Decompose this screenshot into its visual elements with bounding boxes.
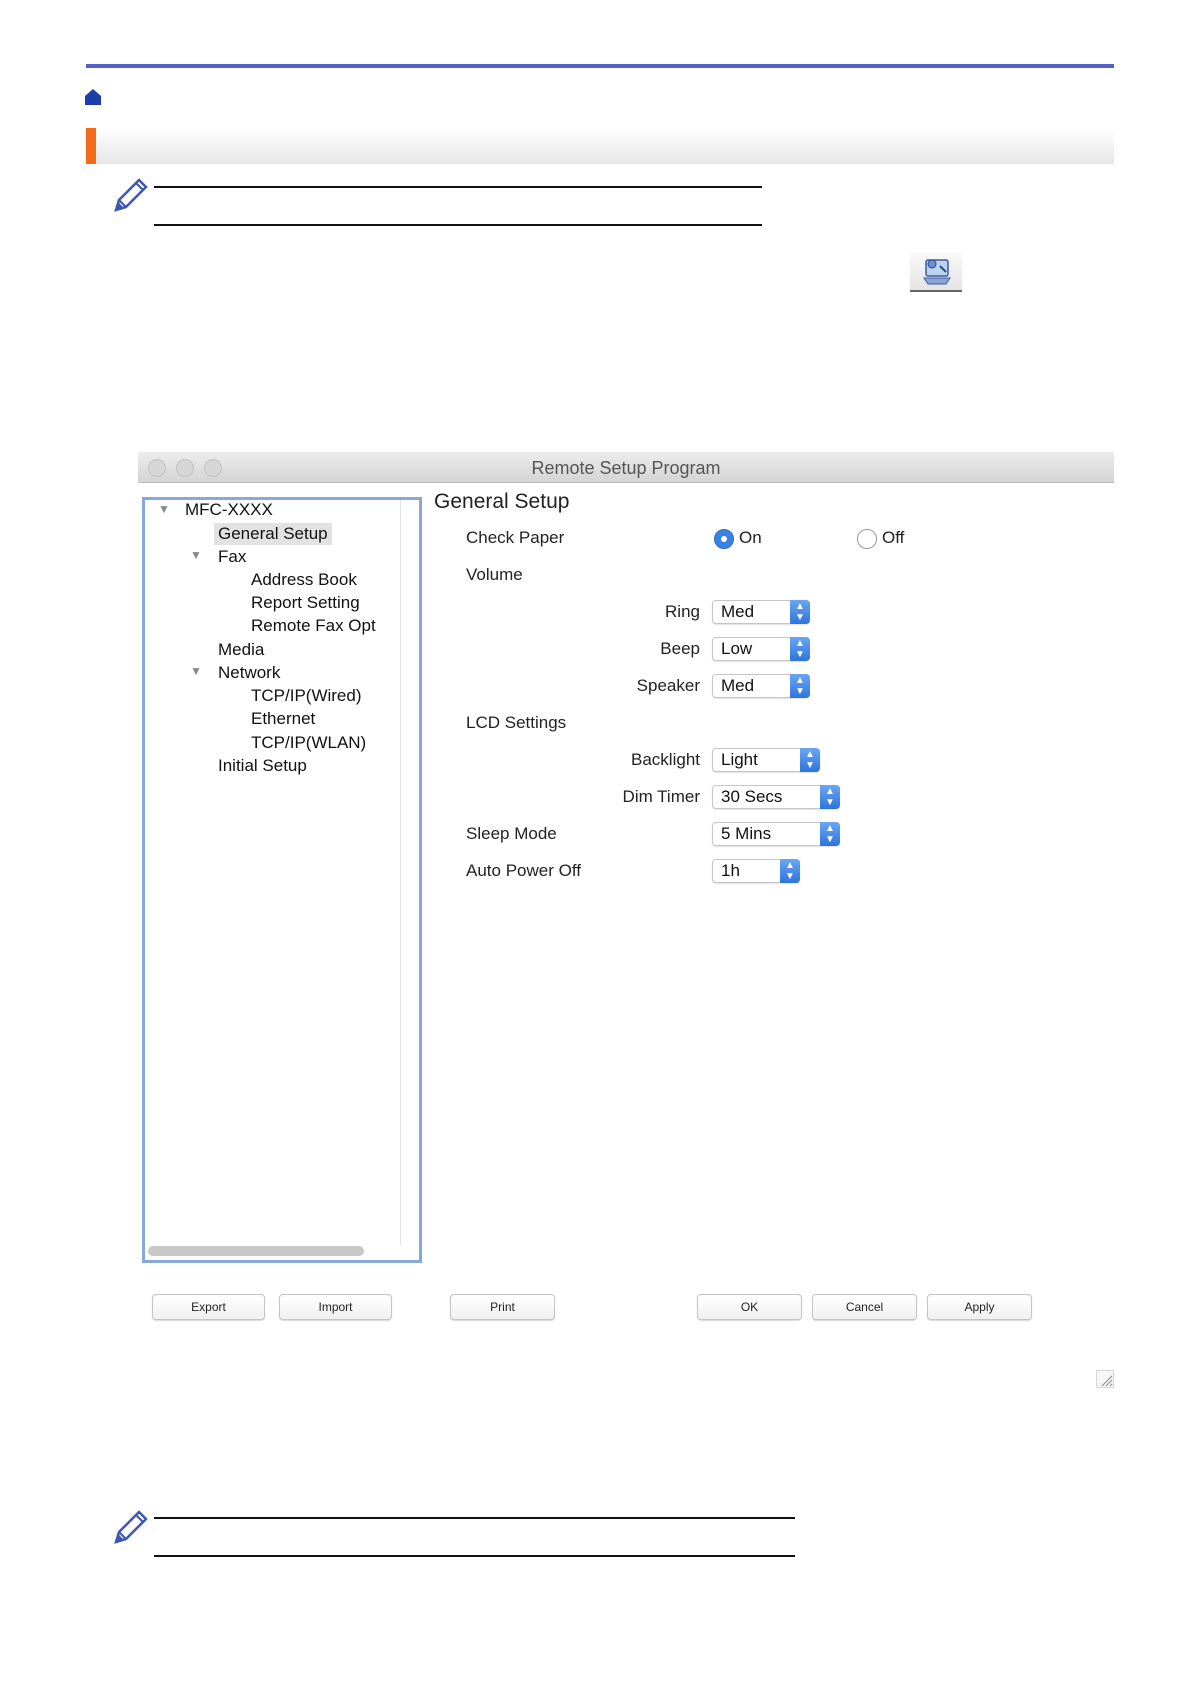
stepper-arrows-icon: ▲ ▼	[780, 859, 800, 883]
window-title: Remote Setup Program	[531, 458, 721, 478]
speaker-label: Speaker	[636, 676, 700, 695]
ok-button[interactable]: OK	[697, 1294, 802, 1320]
stepper-arrows-icon: ▲ ▼	[820, 822, 840, 846]
tree-item-tcpip-wlan[interactable]: TCP/IP(WLAN)	[251, 733, 366, 753]
note-rule-top	[154, 186, 762, 188]
expand-triangle-icon[interactable]: ▼	[158, 502, 170, 516]
tree-divider	[400, 500, 401, 1245]
tree-item-report-setting[interactable]: Report Setting	[251, 593, 360, 613]
sleep-mode-select[interactable]: 5 Mins ▲ ▼	[712, 822, 840, 846]
tree-item-general-setup[interactable]: General Setup	[214, 523, 332, 545]
beep-label: Beep	[660, 639, 700, 658]
lcd-settings-label: LCD Settings	[466, 713, 567, 732]
backlight-select-value: Light	[721, 750, 758, 769]
auto-power-off-label: Auto Power Off	[466, 861, 581, 880]
speaker-select-value: Med	[721, 676, 755, 695]
stepper-arrows-icon: ▲ ▼	[820, 785, 840, 809]
pencil-note-icon	[114, 178, 148, 212]
home-icon[interactable]	[84, 88, 102, 106]
backlight-select[interactable]: Light ▲ ▼	[712, 748, 820, 772]
cancel-button[interactable]: Cancel	[812, 1294, 917, 1320]
beep-select-value: Low	[721, 639, 753, 658]
ring-select[interactable]: Med ▲ ▼	[712, 600, 810, 624]
export-button[interactable]: Export	[152, 1294, 265, 1320]
dim-timer-select-value: 30 Secs	[721, 787, 783, 806]
tree-item-network[interactable]: Network	[218, 663, 280, 683]
tree-item-remote-fax-opt[interactable]: Remote Fax Opt	[251, 616, 376, 636]
pencil-note-icon	[114, 1510, 148, 1544]
tree-item-address-book[interactable]: Address Book	[251, 570, 357, 590]
stepper-arrows-icon: ▲ ▼	[790, 674, 810, 698]
note-rule-bottom	[154, 224, 762, 226]
ring-label: Ring	[665, 602, 700, 621]
check-paper-off-radio[interactable]	[857, 529, 877, 549]
note-rule-bottom	[154, 1555, 795, 1557]
remote-setup-toolbar-icon[interactable]	[910, 252, 962, 292]
volume-label: Volume	[466, 565, 523, 584]
section-heading-bar	[86, 128, 1114, 164]
tree-item-ethernet[interactable]: Ethernet	[251, 709, 315, 729]
dim-timer-label: Dim Timer	[622, 787, 700, 806]
stepper-arrows-icon: ▲ ▼	[790, 600, 810, 624]
tree-item-tcpip-wired[interactable]: TCP/IP(Wired)	[251, 686, 362, 706]
expand-triangle-icon[interactable]: ▼	[190, 548, 202, 562]
import-button[interactable]: Import	[279, 1294, 392, 1320]
auto-power-off-select[interactable]: 1h ▲ ▼	[712, 859, 800, 883]
print-button[interactable]: Print	[450, 1294, 555, 1320]
check-paper-off-label[interactable]: Off	[882, 528, 904, 548]
speaker-select[interactable]: Med ▲ ▼	[712, 674, 810, 698]
auto-power-off-select-value: 1h	[721, 861, 740, 880]
remote-setup-glyph-icon	[923, 259, 951, 285]
resize-grip-icon[interactable]	[1096, 1370, 1114, 1388]
panel-heading: General Setup	[434, 490, 570, 513]
stepper-arrows-icon: ▲ ▼	[790, 637, 810, 661]
check-paper-on-radio[interactable]	[714, 529, 734, 549]
header-rule	[86, 64, 1114, 68]
tree-item-fax[interactable]: Fax	[218, 547, 246, 567]
apply-button[interactable]: Apply	[927, 1294, 1032, 1320]
ring-select-value: Med	[721, 602, 755, 621]
sleep-mode-label: Sleep Mode	[466, 824, 557, 843]
tree-item-initial-setup[interactable]: Initial Setup	[218, 756, 307, 776]
tree-horizontal-scrollbar[interactable]	[148, 1246, 364, 1256]
check-paper-label: Check Paper	[466, 528, 565, 547]
tree-root-device[interactable]: MFC-XXXX	[185, 500, 273, 520]
beep-select[interactable]: Low ▲ ▼	[712, 637, 810, 661]
section-accent	[86, 128, 96, 164]
sleep-mode-select-value: 5 Mins	[721, 824, 772, 843]
stepper-arrows-icon: ▲ ▼	[800, 748, 820, 772]
dim-timer-select[interactable]: 30 Secs ▲ ▼	[712, 785, 840, 809]
tree-item-media[interactable]: Media	[218, 640, 264, 660]
expand-triangle-icon[interactable]: ▼	[190, 664, 202, 678]
note-rule-top	[154, 1517, 795, 1519]
check-paper-on-label[interactable]: On	[739, 528, 762, 548]
backlight-label: Backlight	[631, 750, 700, 769]
